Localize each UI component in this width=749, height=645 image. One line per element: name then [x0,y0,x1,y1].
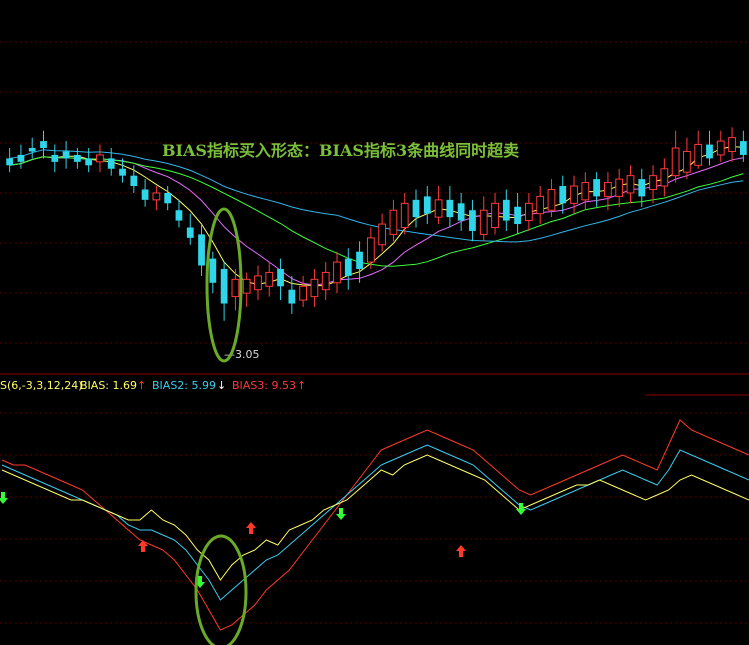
candle-body [209,258,217,283]
bias2-value: BIAS2: 5.99 [152,379,216,392]
candle-body [502,199,510,221]
candle-body [17,154,25,162]
candle-body [469,210,476,231]
indicator-header: S(6,-3,3,12,24) BIAS: 1.69 ↑ BIAS2: 5.99… [0,379,306,392]
candle-body [130,175,138,187]
candle-body [164,192,172,204]
candle-body [254,275,262,291]
bias3-value: BIAS3: 9.53 [232,379,296,392]
bias2-arrow: ↓ [217,379,226,392]
candle-body [491,202,499,228]
candle-body [671,147,680,177]
candle-body [649,175,657,190]
candle-body [175,210,183,221]
candle-body [446,199,454,218]
candle-body [626,175,635,194]
candle-body [604,182,612,197]
candle-body [62,151,70,159]
candle-body [277,268,284,287]
candle-body [344,258,352,276]
candle-body [356,251,363,269]
candle-body [51,154,59,162]
candle-body [559,186,567,204]
candle-body [525,202,533,222]
bias1-value: BIAS: 1.69 [80,379,137,392]
candle-body [514,206,521,225]
candle-body [389,209,398,235]
candle-body [231,278,240,298]
candle-body [638,179,646,197]
annotation-title: BIAS指标买入形态：BIAS指标3条曲线同时超卖 [162,141,519,160]
candle-body [119,168,126,176]
candle-body [6,158,14,166]
indicator-params: S(6,-3,3,12,24) [0,379,83,392]
candle-body [706,144,713,159]
candle-body [547,188,556,211]
candle-body [288,289,296,304]
candle-body [570,185,578,204]
candle-body [694,144,703,166]
candle-body [412,199,420,218]
chart-canvas: BIAS指标买入形态：BIAS指标3条曲线同时超卖 —3.05 S(6,-3,3… [0,0,749,645]
bias3-arrow: ↑ [297,379,306,392]
candle-body [400,202,409,228]
candle-body [378,223,387,246]
candle-body [333,261,341,284]
candle-body [716,140,725,156]
candle-body [366,237,375,263]
candle-body [321,271,330,291]
candle-body [615,178,624,197]
candle-body [141,189,149,200]
candle-body [660,168,669,187]
candle-body [581,182,590,201]
candle-body [479,209,488,235]
candle-body [265,271,274,287]
candle-body [107,158,115,169]
candle-body [739,141,747,155]
candle-body [40,141,47,149]
candle-body [310,278,319,298]
chart-background [0,0,749,645]
candle-body [220,268,228,304]
candle-body [457,203,465,221]
candle-body [85,158,93,166]
candle-body [593,179,600,197]
bias1-arrow: ↑ [137,379,146,392]
candle-body [536,195,545,215]
candle-body [299,285,308,301]
candle-body [683,150,691,173]
candle-body [152,192,161,201]
candle-body [728,137,736,152]
candle-body [73,154,81,162]
candle-body [186,227,194,238]
candle-body [28,148,36,152]
candle-body [423,196,431,214]
candle-body [96,154,104,163]
stock-chart: BIAS指标买入形态：BIAS指标3条曲线同时超卖 —3.05 S(6,-3,3… [0,0,749,645]
candle-body [434,199,443,218]
candle-body [198,234,205,266]
candle-body [242,278,251,294]
